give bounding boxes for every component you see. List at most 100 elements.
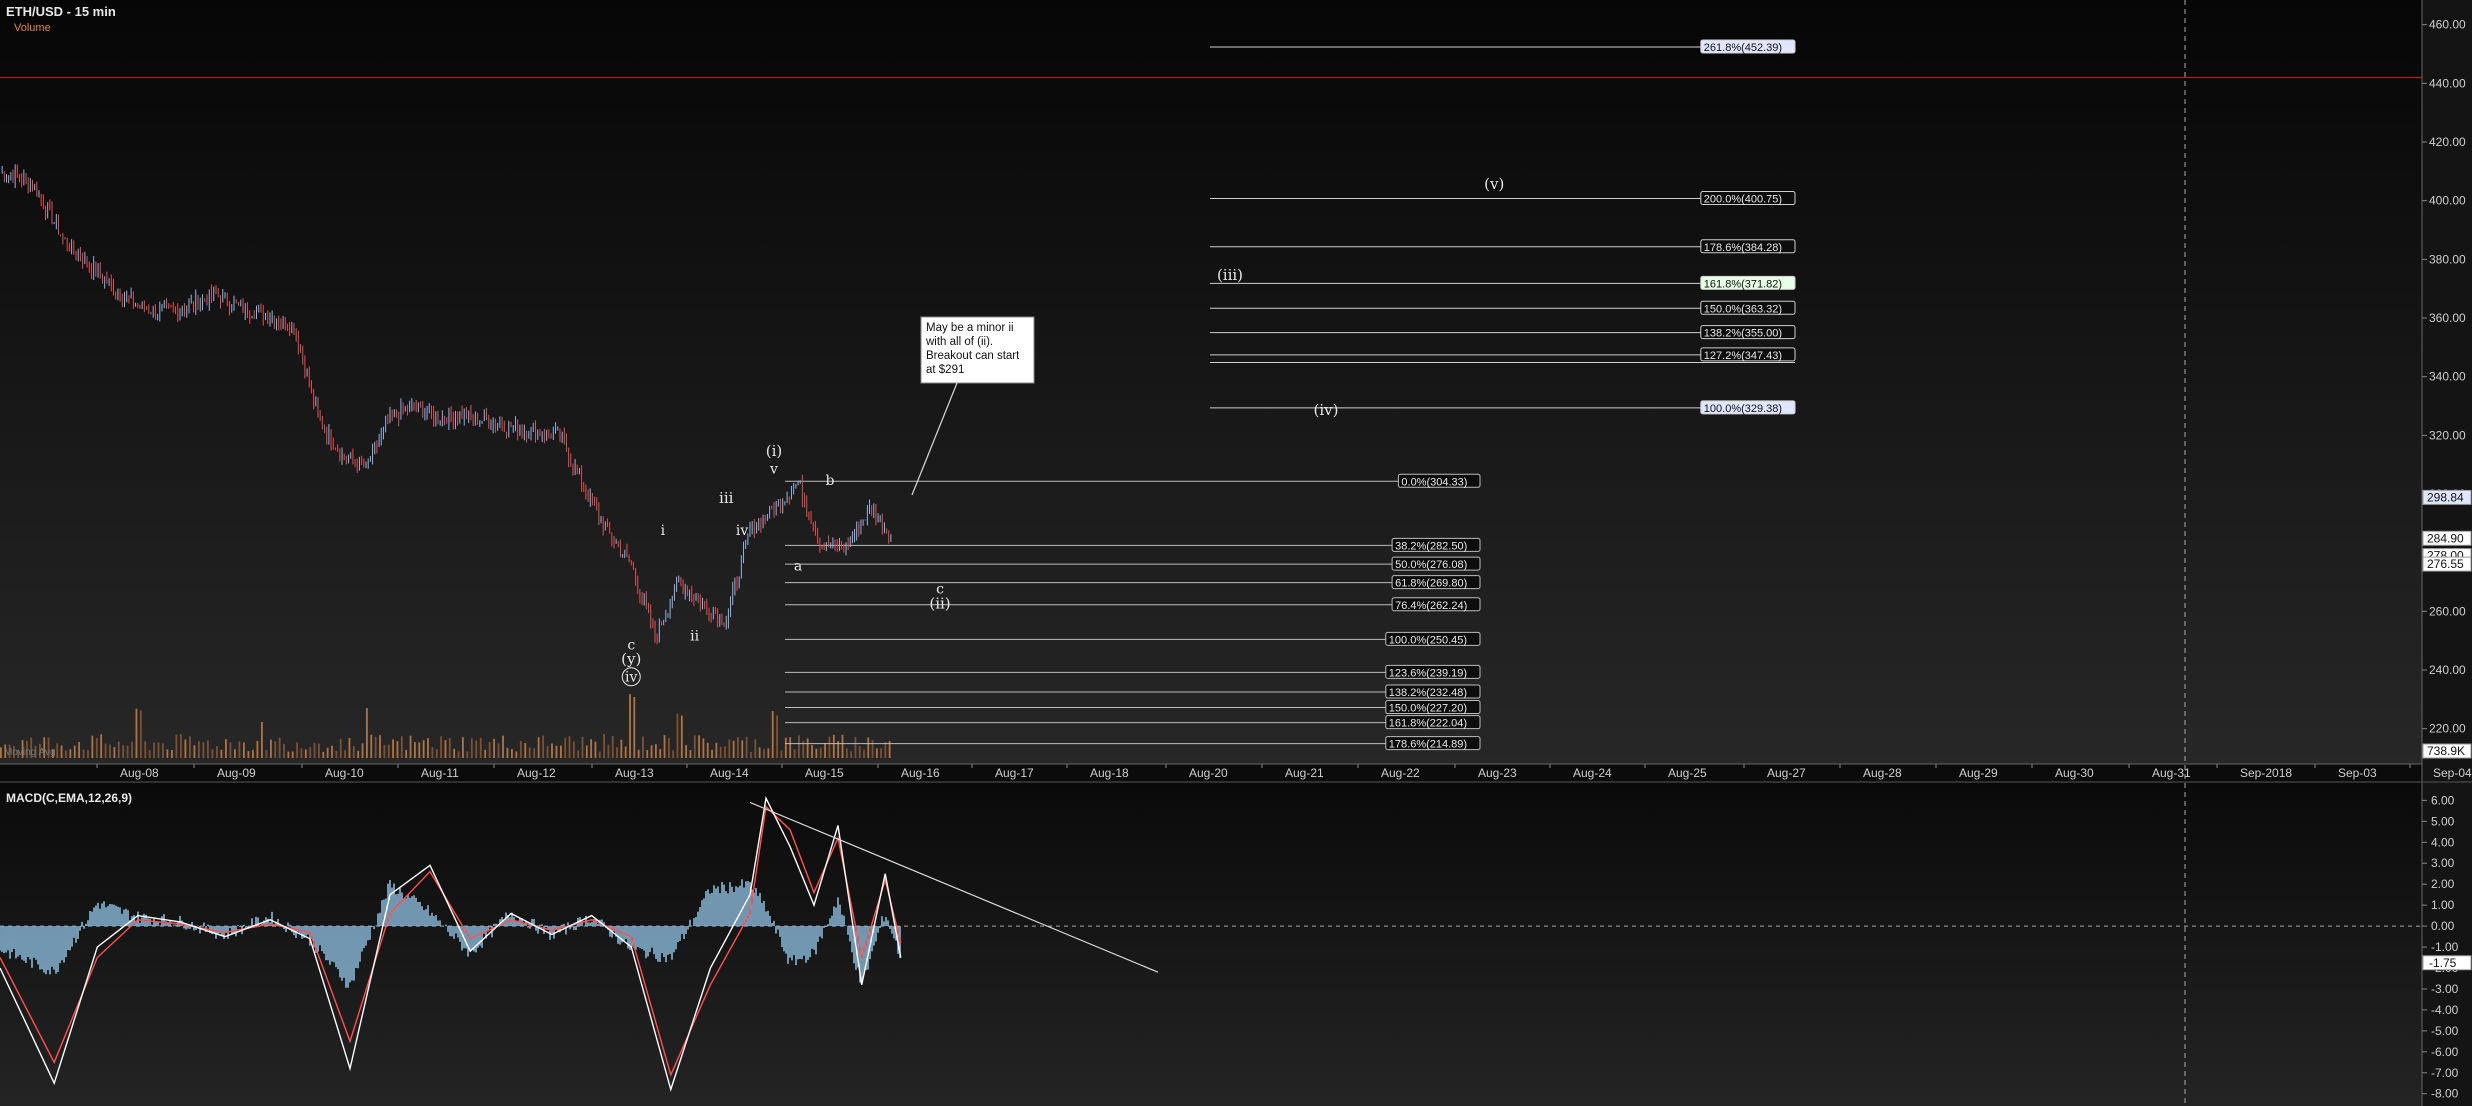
- volume-bar: [243, 742, 245, 758]
- volume-bar: [607, 744, 610, 758]
- volume-bar: [180, 734, 182, 758]
- volume-bar: [91, 735, 94, 758]
- volume-bar: [581, 736, 584, 758]
- volume-bar: [542, 735, 544, 758]
- fib-retracement-label: 150.0%(227.20): [1389, 703, 1467, 715]
- volume-bar: [225, 739, 227, 758]
- volume-bar: [598, 751, 601, 758]
- macd-tick-label: -4.00: [2431, 1003, 2459, 1017]
- volume-bar: [497, 743, 500, 758]
- time-tick-label: Aug-15: [805, 766, 844, 780]
- volume-bar: [95, 737, 98, 758]
- volume-bar: [528, 747, 531, 758]
- fib-extension-label: 178.6%(384.28): [1704, 242, 1782, 254]
- volume-bar: [676, 713, 679, 758]
- volume-bar: [300, 748, 303, 758]
- volume-bar: [400, 736, 403, 758]
- volume-bar: [732, 740, 735, 758]
- volume-bar: [462, 737, 464, 758]
- macd-tick-label: 3.00: [2431, 856, 2455, 870]
- volume-bar: [348, 738, 351, 758]
- wave-label: (iv): [1314, 401, 1339, 419]
- annotation-text: at $291: [926, 364, 964, 376]
- volume-bar: [798, 735, 800, 758]
- price-tick-label: 460.00: [2429, 18, 2466, 32]
- fib-retracement-label: 178.6%(214.89): [1389, 739, 1467, 751]
- volume-bar: [440, 736, 442, 758]
- volume-bar: [352, 746, 355, 758]
- volume-bar: [871, 740, 874, 758]
- price-tick-label: 420.00: [2429, 135, 2466, 149]
- volume-bar: [650, 745, 653, 758]
- price-tick-label: 220.00: [2429, 722, 2466, 736]
- volume-bar: [153, 742, 155, 758]
- current-price-label: 276.55: [2427, 557, 2464, 571]
- volume-bar: [135, 708, 138, 758]
- volume-bar: [131, 741, 133, 758]
- volume-bar: [278, 737, 281, 758]
- price-tick-label: 240.00: [2429, 663, 2466, 677]
- volume-bar: [418, 742, 421, 758]
- volume-bar: [453, 748, 456, 758]
- wave-label: b: [826, 473, 835, 489]
- volume-bar: [815, 748, 818, 758]
- volume-bar: [780, 750, 783, 758]
- time-tick-label: Aug-20: [1189, 766, 1228, 780]
- time-tick-label: Aug-16: [901, 766, 940, 780]
- volume-bar: [357, 750, 360, 758]
- chart-canvas: 0.0%(304.33) 38.2%(282.50) 50.0%(276.08) 61…: [0, 0, 2472, 1106]
- volume-bar: [274, 741, 277, 758]
- wave-label: a: [794, 558, 802, 574]
- fib-extension-label: 161.8%(371.82): [1704, 278, 1782, 290]
- volume-bar: [122, 745, 125, 758]
- volume-bar: [750, 751, 752, 758]
- volume-bar: [117, 741, 120, 758]
- volume-bar: [854, 737, 857, 758]
- fib-retracement-label: 161.8%(222.04): [1389, 718, 1467, 730]
- macd-tick-label: -5.00: [2431, 1024, 2459, 1038]
- volume-bar: [56, 743, 59, 758]
- volume-bar: [693, 735, 696, 758]
- price-tick-label: 340.00: [2429, 370, 2466, 384]
- time-tick-label: Sep-03: [2338, 766, 2377, 780]
- volume-bar: [211, 749, 214, 758]
- fib-retracement-label: 76.4%(262.24): [1395, 600, 1467, 612]
- time-tick-label: Aug-29: [1959, 766, 1998, 780]
- wave-label: (v): [1484, 175, 1504, 193]
- volume-bar: [493, 738, 495, 758]
- volume-bar: [100, 734, 103, 758]
- time-tick-label: Aug-22: [1381, 766, 1420, 780]
- volume-bar: [594, 741, 597, 758]
- price-panel-bg: [0, 0, 2472, 764]
- volume-bar: [261, 721, 263, 758]
- volume-value-label: 738.9K: [2427, 744, 2465, 758]
- volume-bar: [148, 749, 151, 758]
- annotation-text: with all of (ii).: [925, 336, 993, 348]
- volume-bar: [366, 708, 368, 758]
- macd-tick-label: -6.00: [2431, 1045, 2459, 1059]
- volume-bar: [620, 739, 623, 758]
- volume-bar: [291, 751, 294, 758]
- volume-bar: [198, 741, 200, 758]
- volume-label: Volume: [14, 22, 51, 34]
- volume-bar: [238, 741, 241, 758]
- wave-label: (ii): [929, 594, 950, 612]
- volume-bar: [846, 748, 848, 758]
- volume-bar: [642, 736, 644, 758]
- volume-bar: [763, 749, 765, 758]
- macd-current-label: -1.75: [2429, 956, 2457, 970]
- volume-bar: [702, 738, 705, 758]
- wave-label: iii: [719, 489, 734, 507]
- volume-bar: [270, 739, 272, 758]
- wave-label: (i): [766, 442, 783, 460]
- macd-tick-label: 0.00: [2431, 919, 2455, 933]
- volume-bar: [590, 739, 593, 758]
- volume-bar: [444, 740, 447, 758]
- time-tick-label: Aug-11: [421, 766, 459, 780]
- volume-bar: [109, 744, 111, 758]
- volume-bar: [616, 747, 618, 758]
- wave-label: (iii): [1217, 266, 1243, 284]
- volume-bar: [533, 748, 536, 758]
- volume-bar: [629, 694, 631, 758]
- volume-bar: [318, 743, 320, 758]
